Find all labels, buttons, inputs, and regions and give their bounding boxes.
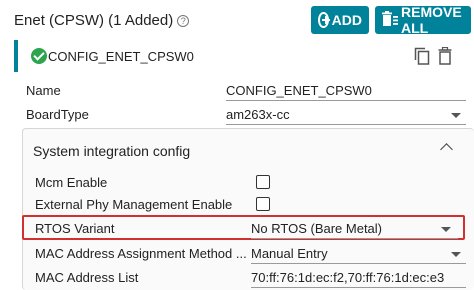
boardtype-select-underline — [226, 124, 466, 125]
add-button[interactable]: ADD — [311, 6, 369, 34]
help-icon[interactable]: ? — [177, 14, 190, 27]
delete-icon[interactable] — [438, 46, 452, 65]
instance-item[interactable]: CONFIG_ENET_CPSW0 — [14, 40, 474, 72]
mcm-enable-label: Mcm Enable — [35, 175, 108, 190]
add-button-label: ADD — [331, 12, 362, 28]
name-input[interactable]: CONFIG_ENET_CPSW0 — [226, 83, 372, 98]
rtos-variant-select[interactable]: No RTOS (Bare Metal) — [251, 221, 382, 236]
page-title: Enet (CPSW) (1 Added) ? — [14, 12, 190, 29]
name-input-underline — [226, 100, 466, 101]
mac-assign-label: MAC Address Assignment Method ... — [35, 246, 247, 261]
copy-icon[interactable] — [414, 47, 430, 65]
module-header: Enet (CPSW) (1 Added) ? ADD REMOVE ALL — [0, 0, 474, 38]
ext-phy-label: External Phy Management Enable — [35, 197, 233, 212]
remove-all-button-label: REMOVE ALL — [401, 4, 462, 36]
rtos-variant-underline — [251, 238, 458, 239]
mcm-enable-checkbox[interactable] — [256, 175, 270, 189]
mac-assign-select[interactable]: Manual Entry — [251, 246, 328, 261]
delete-sweep-icon — [382, 10, 398, 30]
instance-selected-indicator — [14, 40, 18, 72]
add-circle-icon — [318, 12, 330, 28]
rtos-variant-dropdown-icon[interactable] — [441, 227, 451, 232]
mac-assign-dropdown-icon[interactable] — [451, 252, 461, 257]
boardtype-select[interactable]: am263x-cc — [226, 107, 290, 122]
mac-list-label: MAC Address List — [35, 270, 139, 285]
panel-title: System integration config — [33, 143, 191, 159]
mac-list-input[interactable]: 70:ff:76:1d:ec:f2,70:ff:76:1d:ec:e3 — [251, 270, 444, 285]
ext-phy-checkbox[interactable] — [256, 197, 270, 211]
name-label: Name — [26, 83, 61, 98]
collapse-chevron-up-icon[interactable] — [440, 143, 453, 156]
mac-list-underline — [251, 287, 466, 288]
boardtype-dropdown-icon[interactable] — [451, 113, 461, 118]
page-title-text: Enet (CPSW) (1 Added) — [14, 12, 174, 29]
check-circle-icon — [31, 48, 47, 64]
remove-all-button[interactable]: REMOVE ALL — [375, 4, 471, 36]
rtos-variant-label: RTOS Variant — [35, 221, 115, 236]
instance-name: CONFIG_ENET_CPSW0 — [48, 49, 194, 64]
boardtype-label: BoardType — [26, 107, 89, 122]
mac-assign-underline — [251, 263, 466, 264]
